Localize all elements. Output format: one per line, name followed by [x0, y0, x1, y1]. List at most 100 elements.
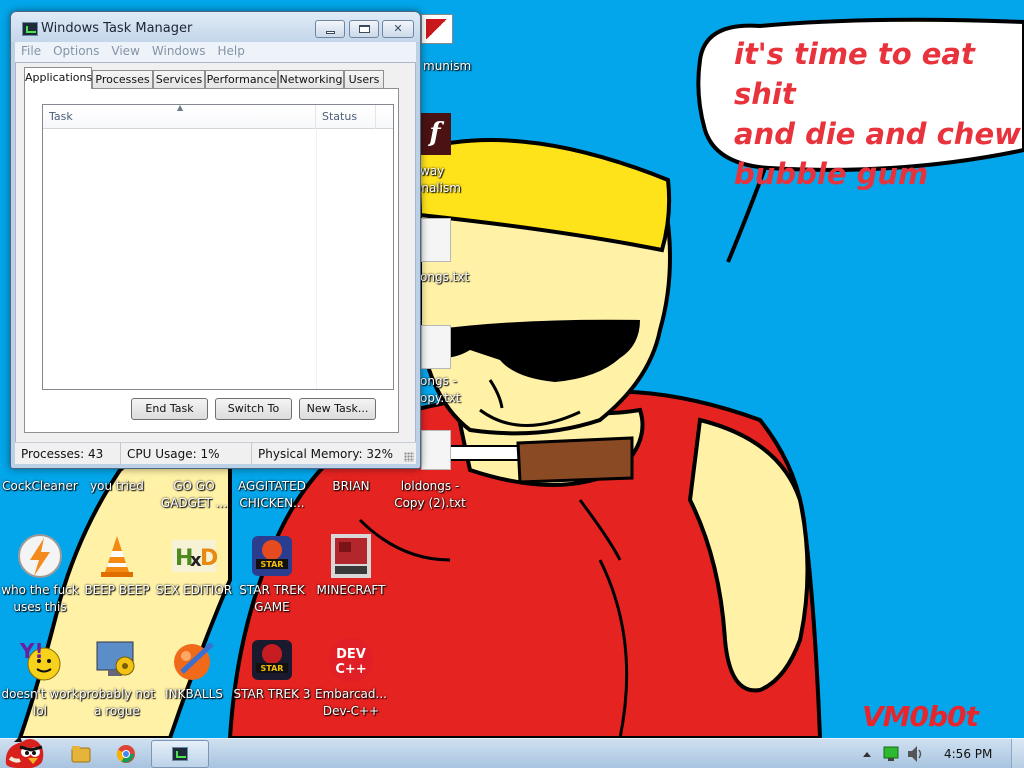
icon-label: who the fuck uses this: [1, 583, 79, 614]
svg-text:STAR: STAR: [261, 560, 284, 569]
maximize-button[interactable]: [349, 20, 379, 38]
volume-tray-button[interactable]: [905, 740, 925, 768]
desktop-icon-you-tried[interactable]: you tried: [77, 478, 157, 495]
tab-services[interactable]: Services: [153, 70, 205, 89]
title-bar[interactable]: Windows Task Manager ✕: [11, 12, 420, 42]
text-file-icon[interactable]: [421, 430, 451, 470]
icon-label: STAR TREK 3: [233, 687, 311, 701]
tab-networking[interactable]: Networking: [278, 70, 344, 89]
vlc-cone-icon: [93, 532, 141, 580]
network-icon: [883, 746, 899, 761]
desktop-icon-inkballs[interactable]: INKBALLS: [154, 636, 234, 703]
show-desktop-button[interactable]: [1011, 739, 1024, 768]
icon-label: you tried: [90, 479, 144, 493]
desktop-icon-sex-editior[interactable]: HxD SEX EDITIOR: [154, 532, 234, 599]
icon-label: AGGITATED CHICKEN...: [238, 479, 306, 510]
network-tray-button[interactable]: [882, 740, 900, 768]
icon-label-peek[interactable]: onalism: [414, 180, 461, 197]
desktop-icon-doesnt-work[interactable]: Y! doesn't work lol: [0, 636, 80, 720]
icon-label: BEEP BEEP: [84, 583, 150, 597]
tab-performance[interactable]: Performance: [205, 70, 278, 89]
svg-text:Y!: Y!: [19, 639, 44, 663]
column-label-status: Status: [322, 110, 358, 123]
task-list-header: Task ▲ Status: [43, 103, 393, 129]
desktop-icon-who-the-fuck[interactable]: who the fuck uses this: [0, 532, 80, 616]
status-processes: Processes: 43: [15, 443, 121, 465]
dev-cpp-icon: DEV C++: [327, 636, 375, 684]
yahoo-messenger-icon: Y!: [16, 636, 64, 684]
desktop-icon-beep-beep[interactable]: BEEP BEEP: [77, 532, 157, 599]
star-wars-game-icon: STAR: [248, 532, 296, 580]
speech-bubble-text: it's time to eat shit and die and chew b…: [734, 37, 1021, 191]
icon-label-peek[interactable]: way: [420, 163, 444, 180]
minimize-icon: [326, 31, 335, 34]
window-title: Windows Task Manager: [41, 21, 193, 36]
angry-birds-start-icon: [5, 736, 44, 768]
task-list[interactable]: Task ▲ Status: [42, 103, 394, 390]
new-task-button[interactable]: New Task...: [299, 398, 376, 420]
text-file-icon[interactable]: [421, 325, 451, 369]
tab-processes[interactable]: Processes: [92, 70, 153, 89]
desktop-icon-aggitated-chicken[interactable]: AGGITATED CHICKEN...: [232, 478, 312, 512]
menu-view[interactable]: View: [105, 42, 145, 58]
icon-label: Embarcad... Dev-C++: [315, 687, 387, 718]
hxd-editor-icon: HxD: [170, 532, 218, 580]
desktop-icon-go-go-gadget[interactable]: GO GO GADGET ...: [154, 478, 234, 512]
icon-label-peek[interactable]: ongs -: [420, 373, 457, 390]
menu-windows[interactable]: Windows: [146, 42, 212, 58]
window-client-area: Applications Processes Services Performa…: [15, 62, 416, 464]
sort-arrow-icon: ▲: [177, 103, 184, 112]
start-button[interactable]: [0, 734, 48, 768]
monitor-gears-icon: [93, 636, 141, 684]
icon-label-peek[interactable]: ongs.txt: [420, 269, 469, 286]
inkball-icon: [170, 636, 218, 684]
status-physical-memory: Physical Memory: 32%: [258, 447, 394, 461]
status-cpu-usage: CPU Usage: 1%: [121, 443, 252, 465]
clock[interactable]: 4:56 PM: [944, 747, 992, 761]
task-manager-window[interactable]: Windows Task Manager ✕ File Options View Wi…: [10, 11, 421, 469]
desktop-icon-minecraft[interactable]: MINECRAFT: [311, 532, 391, 599]
minimize-button[interactable]: [315, 20, 345, 38]
task-manager-taskbar-button[interactable]: [151, 740, 209, 768]
tab-applications[interactable]: Applications: [24, 67, 92, 89]
artist-signature: VM0b0t: [862, 700, 979, 733]
flash-player-icon[interactable]: f: [419, 113, 451, 155]
svg-text:D: D: [200, 546, 218, 571]
menu-help[interactable]: Help: [211, 42, 250, 58]
chrome-taskbar-button[interactable]: [110, 740, 142, 768]
desktop-icon-star-trek-3[interactable]: STAR STAR TREK 3: [232, 636, 312, 703]
volume-icon: [908, 746, 922, 762]
desktop-icon-star-trek-game[interactable]: STAR STAR TREK GAME: [232, 532, 312, 616]
communism-app-icon[interactable]: [421, 14, 453, 44]
folder-icon: [71, 746, 91, 763]
resize-grip-icon[interactable]: [404, 452, 414, 462]
tab-users[interactable]: Users: [344, 70, 384, 89]
icon-label: loldongs - Copy (2).txt: [394, 479, 466, 510]
status-bar: Processes: 43 CPU Usage: 1% Physical Mem…: [15, 442, 416, 465]
switch-to-button[interactable]: Switch To: [215, 398, 292, 420]
desktop-icon-brian[interactable]: BRIAN: [311, 478, 391, 495]
icon-label: BRIAN: [332, 479, 370, 493]
task-list-body[interactable]: [43, 130, 393, 389]
icon-label-peek[interactable]: opy.txt: [420, 390, 461, 407]
desktop-icon-cockcleaner[interactable]: CockCleaner: [0, 478, 80, 495]
desktop-icon-loldongs-copy2[interactable]: loldongs - Copy (2).txt: [390, 478, 470, 512]
column-label-task: Task: [49, 110, 73, 123]
task-manager-icon: [22, 22, 38, 36]
svg-text:C++: C++: [335, 662, 366, 677]
end-task-button[interactable]: End Task: [131, 398, 208, 420]
column-header-status[interactable]: Status: [316, 105, 376, 129]
icon-label-peek[interactable]: munism: [423, 58, 471, 75]
menu-options[interactable]: Options: [47, 42, 105, 58]
chrome-icon: [116, 745, 135, 763]
svg-text:STAR: STAR: [261, 664, 284, 673]
desktop-icon-dev-cpp[interactable]: DEV C++ Embarcad... Dev-C++: [311, 636, 391, 720]
close-button[interactable]: ✕: [382, 20, 414, 38]
tray-arrow-icon: [863, 752, 871, 757]
show-hidden-icons-button[interactable]: [860, 740, 874, 768]
explorer-taskbar-button[interactable]: [66, 740, 96, 768]
star-wars-game-icon: STAR: [248, 636, 296, 684]
menu-file[interactable]: File: [15, 42, 47, 58]
desktop-icon-probably-not-a-rogue[interactable]: probably not a rogue: [77, 636, 157, 720]
text-file-icon[interactable]: [421, 218, 451, 262]
